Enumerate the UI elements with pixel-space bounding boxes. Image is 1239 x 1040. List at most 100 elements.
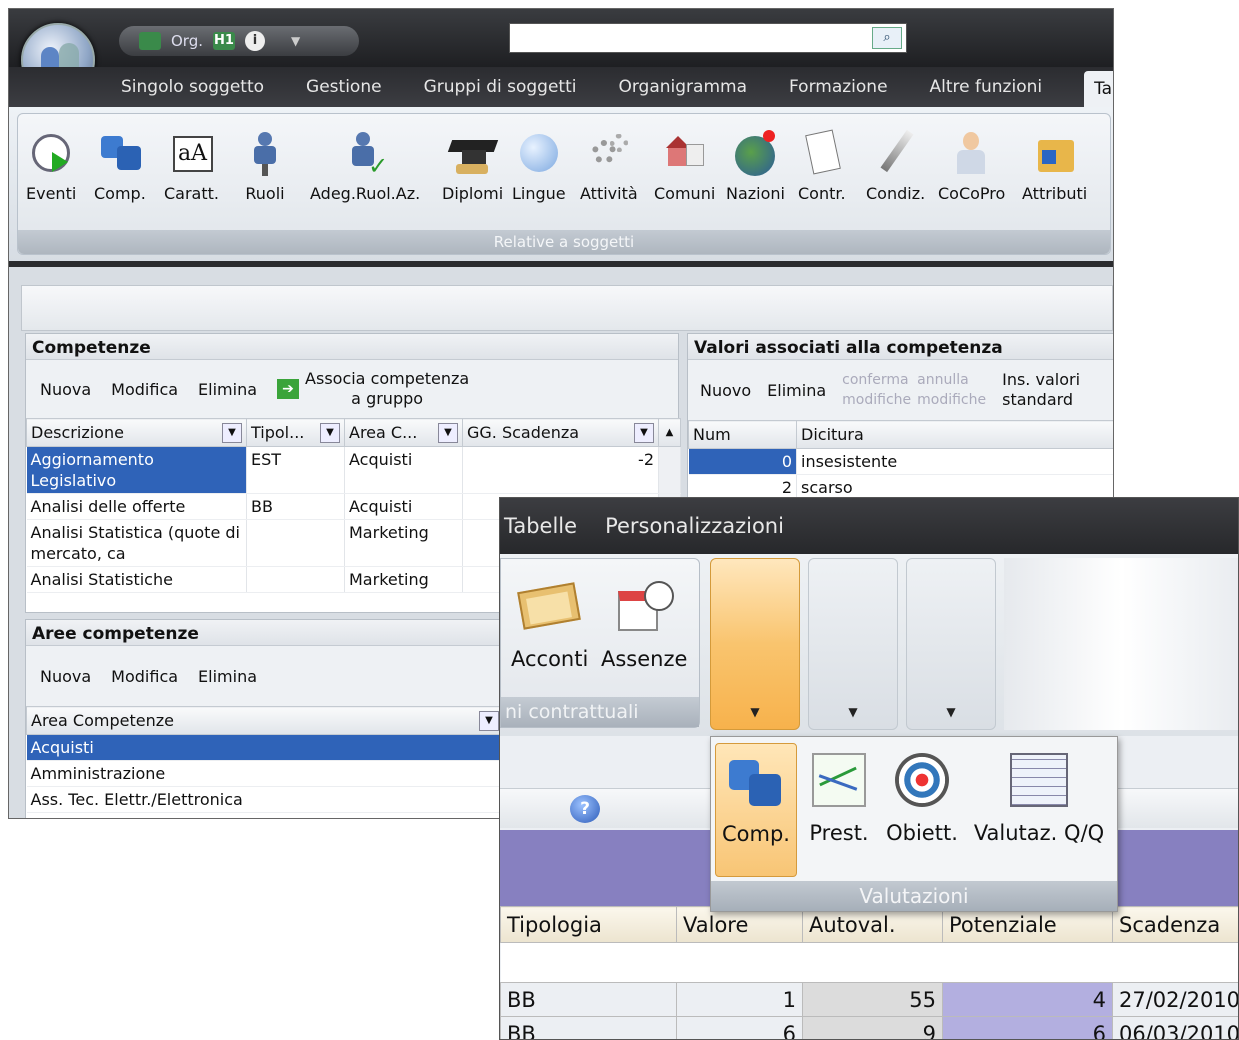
font-icon: aA	[169, 126, 215, 178]
nazioni-button[interactable]: Nazioni	[726, 126, 785, 203]
h1-icon[interactable]: H1	[213, 32, 235, 50]
contract-icon	[799, 126, 845, 178]
chair-person-icon	[242, 126, 288, 178]
ins-valori-standard-button[interactable]: Ins. valori standard	[1002, 370, 1080, 410]
attivita-button[interactable]: Attività	[580, 126, 638, 203]
filter-dropdown-icon[interactable]: ▼	[438, 422, 458, 443]
valutazioni-popup-menu: Comp. Prest. Obiett. Valutaz. Q/Q Valuta…	[710, 736, 1118, 912]
table-row[interactable]: BB 6 9 6 06/03/2010	[500, 1016, 1238, 1039]
search-input[interactable]: ⌕	[509, 23, 907, 53]
grid-table-icon	[1008, 749, 1070, 811]
org-chart-icon[interactable]	[139, 32, 161, 50]
nuova-button[interactable]: Nuova	[40, 380, 91, 399]
attributi-button[interactable]: Attributi	[1022, 126, 1087, 203]
col-num[interactable]: Num	[688, 420, 797, 449]
tab-formazione[interactable]: Formazione	[789, 77, 908, 107]
ribbon: Eventi Comp. aA Caratt. Ruoli ✓ Adeg.Ruo…	[9, 107, 1113, 267]
cocopro-button[interactable]: CoCoPro	[938, 126, 1005, 203]
valutazioni-dropdown-button[interactable]: ▼	[710, 558, 800, 730]
dropdown-button-2[interactable]: ▼	[808, 558, 898, 730]
calendar-clock-icon	[612, 577, 676, 633]
filter-dropdown-icon[interactable]: ▼	[634, 422, 654, 443]
popup-group-label: Valutazioni	[711, 881, 1117, 911]
tab-singolo-soggetto[interactable]: Singolo soggetto	[121, 77, 284, 107]
modifica-button[interactable]: Modifica	[111, 380, 178, 399]
contr-button[interactable]: Contr.	[798, 126, 846, 203]
tab-gruppi-di-soggetti[interactable]: Gruppi di soggetti	[424, 77, 597, 107]
col-dicitura[interactable]: Dicitura	[796, 420, 1113, 449]
table-row[interactable]: Ass. Tec. Elettr./Elettronica	[26, 786, 504, 813]
scroll-up-icon[interactable]: ▲	[658, 418, 681, 447]
person-check-icon: ✓	[342, 126, 388, 180]
person-tie-icon	[949, 126, 995, 178]
obiett-button[interactable]: Obiett.	[881, 743, 963, 845]
ruoli-button[interactable]: Ruoli	[242, 126, 288, 203]
aree-toolbar: Nuova Modifica Elimina	[26, 646, 504, 706]
search-icon[interactable]: ⌕	[872, 27, 902, 49]
associa-competenza-button[interactable]: ➔ Associa competenza a gruppo	[277, 369, 469, 409]
table-row[interactable]: Amministrazione	[26, 760, 504, 787]
chevron-down-icon: ▼	[848, 705, 858, 719]
folder-shapes-icon	[1032, 126, 1078, 178]
valori-table: Num Dicitura 0 insesistente 2 scarso	[688, 420, 1113, 501]
col-scadenza[interactable]: Scadenza	[1112, 906, 1238, 943]
tab-altre-funzioni[interactable]: Altre funzioni	[930, 77, 1063, 107]
tab-tabelle[interactable]: Tabelle	[1084, 71, 1113, 107]
acconti-button[interactable]: Acconti	[511, 577, 588, 671]
table-row[interactable]: BB 1 55 4 27/02/2010	[500, 982, 1238, 1017]
annulla-modifiche-button[interactable]: annulla modifiche	[917, 370, 986, 410]
money-envelope-icon	[516, 577, 582, 633]
tab-personalizzazioni[interactable]: Personalizzazioni	[605, 514, 784, 538]
org-label[interactable]: Org.	[171, 32, 203, 50]
qat-dropdown-icon[interactable]: ▼	[291, 34, 300, 48]
table-row[interactable]: 0 insesistente	[688, 448, 1113, 475]
table-row[interactable]: Acquisti	[26, 734, 504, 761]
chevron-down-icon: ▼	[750, 705, 760, 719]
zoomed-ribbon: Acconti Assenze ni contrattuali ▼ ▼ ▼	[500, 554, 1238, 736]
aree-title: Aree competenze	[26, 620, 504, 646]
assenze-button[interactable]: Assenze	[601, 577, 687, 671]
col-descrizione[interactable]: Descrizione ▼	[26, 418, 247, 447]
prest-button[interactable]: Prest.	[803, 743, 875, 845]
valutaz-qq-button[interactable]: Valutaz. Q/Q	[969, 743, 1109, 845]
valori-toolbar: Nuovo Elimina conferma modifiche annulla m…	[688, 360, 1113, 420]
comuni-button[interactable]: Comuni	[654, 126, 715, 203]
conferma-modifiche-button[interactable]: conferma modifiche	[842, 370, 911, 410]
modifica-area-button[interactable]: Modifica	[111, 667, 178, 686]
col-area-competenze[interactable]: Area Competenze ▼	[26, 706, 504, 735]
diplomi-button[interactable]: Diplomi	[442, 126, 503, 203]
nuovo-button[interactable]: Nuovo	[700, 381, 751, 400]
condiz-button[interactable]: Condiz.	[866, 126, 925, 203]
help-icon[interactable]: ?	[570, 795, 600, 823]
tab-organigramma[interactable]: Organigramma	[618, 77, 767, 107]
col-area[interactable]: Area C... ▼	[344, 418, 463, 447]
pen-icon	[873, 126, 919, 178]
ribbon-group-contrattuali: Acconti Assenze ni contrattuali	[500, 558, 700, 728]
elimina-valore-button[interactable]: Elimina	[767, 381, 826, 400]
tab-gestione[interactable]: Gestione	[306, 77, 402, 107]
elimina-area-button[interactable]: Elimina	[198, 667, 257, 686]
tab-tabelle[interactable]: Tabelle	[504, 514, 577, 538]
filter-dropdown-icon[interactable]: ▼	[479, 710, 499, 731]
table-row[interactable]: Aggiornamento Legislativo EST Acquisti -…	[26, 446, 681, 494]
dropdown-button-3[interactable]: ▼	[906, 558, 996, 730]
adeg-ruol-az-button[interactable]: ✓ Adeg.Ruol.Az.	[310, 126, 420, 203]
nuova-area-button[interactable]: Nuova	[40, 667, 91, 686]
eventi-button[interactable]: Eventi	[26, 126, 76, 203]
info-icon[interactable]: i	[245, 31, 265, 51]
valori-title: Valori associati alla competenza	[688, 334, 1113, 360]
filter-dropdown-icon[interactable]: ▼	[320, 422, 340, 443]
col-tipologia[interactable]: Tipol... ▼	[246, 418, 345, 447]
zoomed-ribbon-tabs: Tabelle Personalizzazioni	[500, 498, 1238, 554]
filter-dropdown-icon[interactable]: ▼	[222, 422, 242, 443]
graduation-cap-icon	[447, 126, 498, 178]
scrollbar[interactable]	[658, 446, 681, 494]
caratt-button[interactable]: aA Caratt.	[164, 126, 219, 203]
puzzle-icon	[97, 126, 143, 178]
col-tipologia[interactable]: Tipologia	[500, 906, 677, 943]
elimina-button[interactable]: Elimina	[198, 380, 257, 399]
comp-valutazione-button[interactable]: Comp.	[715, 743, 797, 877]
comp-button[interactable]: Comp.	[94, 126, 146, 203]
col-gg-scadenza[interactable]: GG. Scadenza ▼	[462, 418, 659, 447]
lingue-button[interactable]: Lingue	[512, 126, 566, 203]
